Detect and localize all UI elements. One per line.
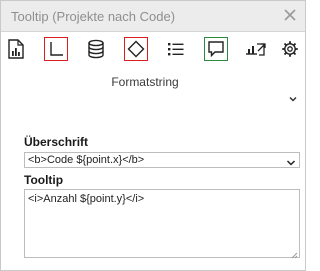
gear-icon: [281, 40, 299, 58]
title-bar[interactable]: Tooltip (Projekte nach Code): [1, 1, 305, 32]
toolbar-button-chart-export[interactable]: [244, 37, 268, 61]
tooltip-format-value: <i>Anzahl ${point.y}</i>: [28, 193, 145, 205]
speech-bubble-icon: [207, 40, 225, 58]
window-title: Tooltip (Projekte nach Code): [11, 9, 176, 24]
toolbar-button-diamond-marker[interactable]: [124, 37, 148, 61]
toolbar-button-axis[interactable]: [44, 37, 68, 61]
toolbar-button-settings[interactable]: [278, 37, 302, 61]
dropdown-arrow-icon[interactable]: [286, 156, 296, 166]
document-chart-icon: [7, 39, 25, 59]
chart-export-icon: [245, 40, 267, 58]
toolbar-button-database[interactable]: [84, 37, 108, 61]
toolbar-button-document-chart[interactable]: [4, 37, 28, 61]
toolbar-button-list[interactable]: [164, 37, 188, 61]
axis-icon: [47, 40, 65, 58]
chevron-down-icon[interactable]: [287, 93, 299, 105]
heading-format-value: <b>Code ${point.x}</b>: [28, 154, 145, 166]
tooltip-dialog: Tooltip (Projekte nach Code) Formatstrin…: [0, 0, 306, 271]
diamond-marker-icon: [127, 40, 145, 58]
list-icon: [167, 41, 185, 57]
toolbar: [1, 32, 305, 66]
format-string-section-title: Formatstring: [111, 75, 179, 89]
close-icon[interactable]: [283, 8, 297, 22]
heading-format-select[interactable]: <b>Code ${point.x}</b>: [24, 152, 300, 168]
tooltip-format-textarea[interactable]: <i>Anzahl ${point.y}</i>: [24, 189, 300, 259]
heading-field-label: Überschrift: [24, 135, 89, 149]
resize-handle-icon[interactable]: [290, 248, 298, 259]
tooltip-field-label: Tooltip: [24, 173, 64, 187]
toolbar-button-speech-bubble[interactable]: [204, 37, 228, 61]
database-icon: [87, 39, 105, 59]
